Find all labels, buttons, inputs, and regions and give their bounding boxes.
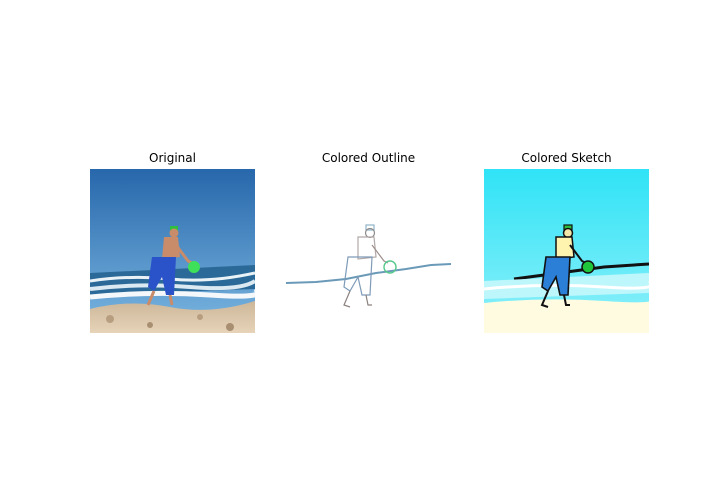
panel-title-colored-outline: Colored Outline (321, 151, 416, 165)
colored-outline-image (286, 169, 451, 333)
panel-title-colored-sketch: Colored Sketch (521, 151, 612, 165)
figure-canvas: Original Colored Outline Colored Sketch (0, 0, 720, 504)
panel-title-original: Original (149, 151, 196, 165)
colored-sketch-image (484, 169, 649, 333)
original-image (90, 169, 255, 333)
